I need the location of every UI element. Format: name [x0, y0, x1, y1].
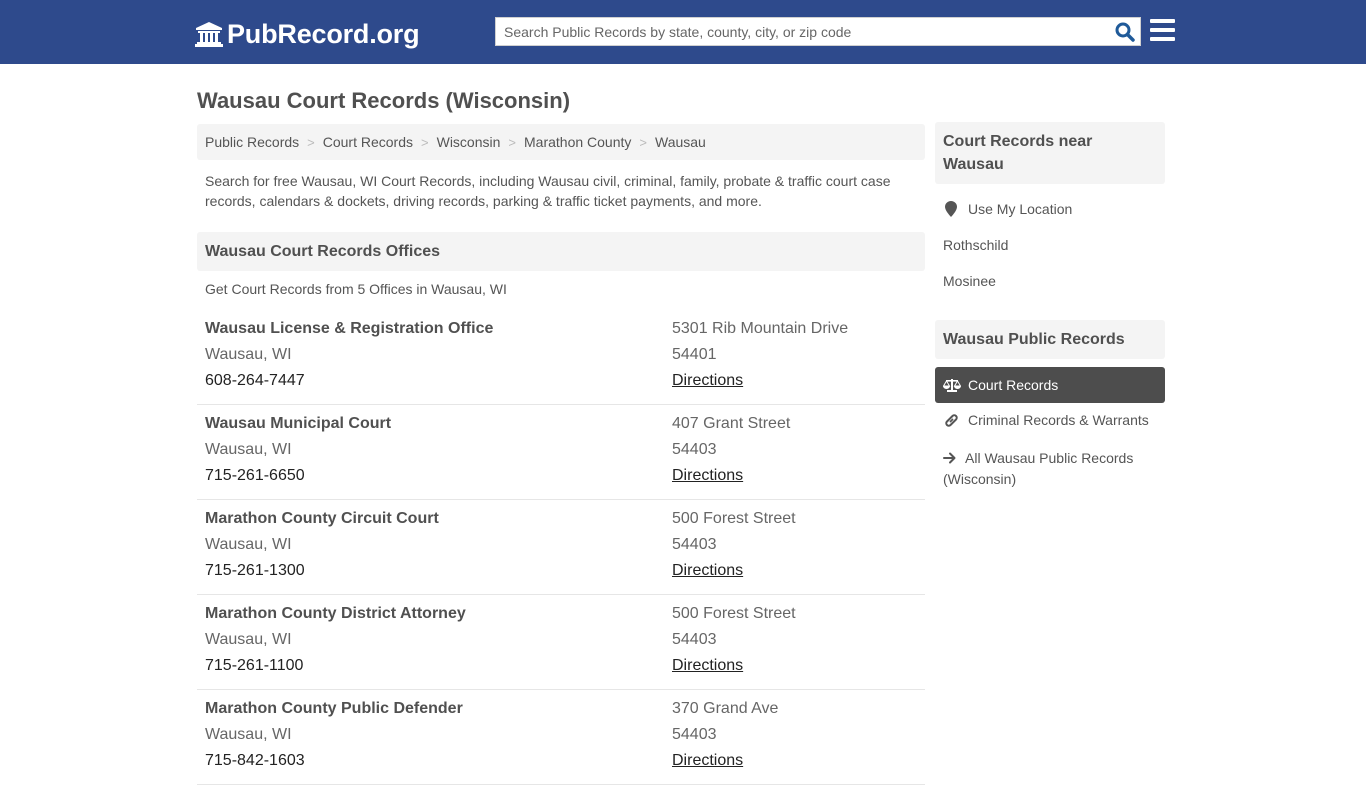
office-phone[interactable]: 715-261-1300	[205, 561, 439, 587]
link-icon	[943, 412, 959, 428]
office-name: Wausau Municipal Court	[205, 415, 392, 432]
office-city: Wausau, WI	[205, 441, 292, 458]
office-name: Marathon County District Attorney	[205, 605, 466, 622]
breadcrumb-separator: >	[639, 134, 647, 150]
directions-link[interactable]: Directions	[672, 657, 743, 674]
breadcrumb-court-records[interactable]: Court Records	[323, 134, 413, 150]
directions-link[interactable]: Directions	[672, 467, 743, 484]
hamburger-menu-icon[interactable]	[1150, 19, 1175, 43]
breadcrumb-marathon-county[interactable]: Marathon County	[524, 134, 631, 150]
directions-link[interactable]: Directions	[672, 562, 743, 579]
office-city: Wausau, WI	[205, 631, 292, 648]
use-my-location-link[interactable]: Use My Location	[943, 201, 1072, 217]
nearby-link-mosinee[interactable]: Mosinee	[943, 273, 996, 289]
page-title: Wausau Court Records (Wisconsin)	[197, 88, 571, 113]
logo-text: PubRecord.org	[227, 18, 420, 49]
breadcrumb-separator: >	[421, 134, 429, 150]
search-icon	[1115, 22, 1135, 42]
balance-scale-icon	[943, 377, 961, 393]
office-name: Wausau License & Registration Office	[205, 320, 494, 337]
nearby-link-rothschild[interactable]: Rothschild	[943, 237, 1008, 253]
courthouse-icon	[195, 22, 223, 47]
site-logo[interactable]: PubRecord.org	[195, 18, 420, 50]
office-city: Wausau, WI	[205, 726, 292, 743]
office-zip: 54403	[672, 726, 717, 743]
offices-subheading: Get Court Records from 5 Offices in Waus…	[205, 281, 507, 297]
office-zip: 54403	[672, 536, 717, 553]
breadcrumb-public-records[interactable]: Public Records	[205, 134, 299, 150]
sidebar-item-criminal-records[interactable]: Criminal Records & Warrants	[943, 412, 1149, 428]
directions-link[interactable]: Directions	[672, 752, 743, 769]
breadcrumb: Public Records > Court Records > Wiscons…	[197, 124, 925, 160]
office-name: Marathon County Public Defender	[205, 700, 463, 717]
offices-list: Wausau License & Registration Office Wau…	[197, 310, 925, 785]
breadcrumb-separator: >	[508, 134, 516, 150]
search-input[interactable]	[496, 18, 1110, 45]
office-name: Marathon County Circuit Court	[205, 510, 439, 527]
office-address: 500 Forest Street	[672, 510, 796, 527]
office-address: 5301 Rib Mountain Drive	[672, 320, 849, 337]
offices-heading: Wausau Court Records Offices	[197, 232, 925, 271]
office-phone[interactable]: 715-261-1100	[205, 656, 466, 682]
intro-text: Search for free Wausau, WI Court Records…	[205, 173, 891, 209]
office-item: Marathon County Circuit Court Wausau, WI…	[197, 500, 925, 595]
office-item: Wausau License & Registration Office Wau…	[197, 310, 925, 405]
office-zip: 54403	[672, 441, 717, 458]
office-zip: 54401	[672, 346, 717, 363]
office-item: Marathon County Public Defender Wausau, …	[197, 690, 925, 785]
map-marker-icon	[943, 201, 959, 217]
office-address: 407 Grant Street	[672, 415, 791, 432]
office-phone[interactable]: 715-842-1603	[205, 751, 463, 777]
use-my-location-label: Use My Location	[968, 201, 1073, 217]
office-item: Marathon County District Attorney Wausau…	[197, 595, 925, 690]
breadcrumb-separator: >	[307, 134, 315, 150]
sidebar-item-label: Court Records	[968, 377, 1059, 393]
office-zip: 54403	[672, 631, 717, 648]
breadcrumb-wausau[interactable]: Wausau	[655, 134, 706, 150]
sidebar-item-label: All Wausau Public Records (Wisconsin)	[943, 450, 1134, 487]
breadcrumb-wisconsin[interactable]: Wisconsin	[437, 134, 501, 150]
search-box	[495, 17, 1141, 46]
sidebar-item-label: Criminal Records & Warrants	[968, 412, 1149, 428]
office-city: Wausau, WI	[205, 346, 292, 363]
office-city: Wausau, WI	[205, 536, 292, 553]
sidebar-item-court-records[interactable]: Court Records	[935, 367, 1165, 403]
sidebar-item-all-public-records[interactable]: All Wausau Public Records (Wisconsin)	[943, 448, 1158, 489]
office-item: Wausau Municipal Court Wausau, WI 715-26…	[197, 405, 925, 500]
directions-link[interactable]: Directions	[672, 372, 743, 389]
site-header: PubRecord.org	[0, 0, 1366, 64]
sidebar-public-heading: Wausau Public Records	[935, 320, 1165, 359]
office-address: 500 Forest Street	[672, 605, 796, 622]
search-button[interactable]	[1110, 18, 1140, 45]
office-address: 370 Grand Ave	[672, 700, 779, 717]
sidebar-near-heading: Court Records near Wausau	[935, 122, 1165, 184]
office-phone[interactable]: 715-261-6650	[205, 466, 391, 492]
arrow-right-icon	[943, 449, 957, 469]
office-phone[interactable]: 608-264-7447	[205, 371, 493, 397]
